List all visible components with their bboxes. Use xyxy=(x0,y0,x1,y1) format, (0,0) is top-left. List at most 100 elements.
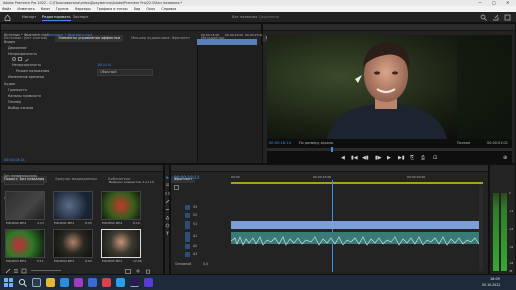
timeline-settings-icon[interactable] xyxy=(174,185,179,190)
effect-panel-tabs: Источник: (нет клипов) Элементы управлен… xyxy=(1,24,261,42)
effect-timecode[interactable]: 00:00:16:14 xyxy=(4,158,25,163)
play-button[interactable]: ▶ xyxy=(387,155,391,161)
effect-ruler-1: 00:00:15:00 xyxy=(201,33,220,37)
bin-item-duration: 9:02 xyxy=(85,259,92,263)
meter-scale-12: -12 xyxy=(509,210,514,213)
track-target-a3[interactable] xyxy=(185,252,190,257)
pinned-app-icon[interactable] xyxy=(144,278,153,287)
list-view-icon[interactable] xyxy=(13,268,19,274)
track-target-a2[interactable] xyxy=(185,244,190,249)
lift-button[interactable]: ⎘ xyxy=(410,155,414,161)
bin-item-name: ЕЖ4893.MP4 xyxy=(6,259,27,263)
step-back-button[interactable]: ▮▶ xyxy=(375,155,382,161)
tab-import[interactable]: Импорт xyxy=(22,15,36,20)
track-target-a1[interactable] xyxy=(185,232,190,242)
bin-item-name: ЕЖ4890.MP4 xyxy=(6,221,27,225)
program-quality-select[interactable]: Полное xyxy=(457,141,470,146)
track-target-v3[interactable] xyxy=(185,205,190,210)
effect-ruler-3: 00:00:25:00 xyxy=(245,33,264,37)
search-icon[interactable] xyxy=(18,278,27,287)
bin-item-thumbnail[interactable] xyxy=(53,191,93,220)
step-forward-button[interactable]: ▶▮ xyxy=(398,155,405,161)
ellipse-mask-icon[interactable] xyxy=(12,57,16,61)
media-player-icon[interactable] xyxy=(102,278,111,287)
project-name: Без названия xyxy=(232,15,258,19)
trash-icon[interactable] xyxy=(145,268,151,274)
telegram-icon[interactable] xyxy=(116,278,125,287)
add-marker-button[interactable]: ◀ xyxy=(341,155,345,161)
tab-media-browser[interactable]: Браузер медиаданных xyxy=(52,176,100,183)
button-editor[interactable]: ⊕ xyxy=(503,155,507,161)
rect-mask-icon[interactable] xyxy=(18,57,22,61)
program-timecode[interactable]: 00:00:16:14 xyxy=(269,141,291,146)
bin-item-duration: 8:05 xyxy=(85,221,92,225)
program-viewer[interactable]: 00:00:16:14 По размеру экрана Полное 00:… xyxy=(267,35,512,163)
master-track-value[interactable]: 0,0 xyxy=(203,262,208,267)
timeline-ruler-start: 00:00 xyxy=(231,175,240,179)
file-explorer-icon[interactable] xyxy=(46,278,55,287)
video-clip[interactable]: Фрагмент.mp4 [V] xyxy=(231,221,483,237)
program-fit-select[interactable]: По размеру экрана xyxy=(299,141,333,146)
track-target-v1[interactable] xyxy=(185,221,190,229)
program-playhead[interactable] xyxy=(331,147,333,152)
bin-item-name: ЕЖ4895.MP4 xyxy=(102,259,123,263)
effect-panner[interactable]: Паннер xyxy=(8,100,21,105)
tab-edit[interactable]: Редактировать xyxy=(42,15,71,21)
export-frame-button[interactable]: ⊡ xyxy=(433,155,437,161)
track-label-a2: A2 xyxy=(193,244,198,248)
effect-time-remap[interactable]: Изменение времени xyxy=(8,75,44,80)
effect-volume[interactable]: Громкость xyxy=(8,88,27,93)
bin-item-thumbnail[interactable] xyxy=(5,229,45,258)
master-track-label: Основной xyxy=(175,262,192,266)
track-target-v2[interactable] xyxy=(185,213,190,218)
edge-browser-icon[interactable] xyxy=(60,278,69,287)
tab-export[interactable]: Экспорт xyxy=(73,15,89,20)
audio-meter-right xyxy=(501,193,507,271)
timeline-scrollbar[interactable] xyxy=(479,185,483,271)
opacity-value[interactable]: 100,0 % xyxy=(97,63,111,68)
pen-mask-icon[interactable] xyxy=(23,56,29,62)
mask-tools xyxy=(12,56,29,62)
icon-view-icon[interactable] xyxy=(21,268,27,274)
bin-item-thumbnail[interactable] xyxy=(101,191,141,220)
effect-channel-select[interactable]: Выбор канала xyxy=(8,106,33,111)
bin-item-thumbnail-selected[interactable] xyxy=(101,229,141,258)
media-app-icon[interactable] xyxy=(74,278,83,287)
mark-out-button[interactable]: ◀▮ xyxy=(362,155,369,161)
premiere-pro-icon[interactable] xyxy=(130,278,139,287)
new-item-icon[interactable] xyxy=(135,268,141,274)
mark-in-button[interactable]: ▮◀ xyxy=(351,155,358,161)
meter-scale-0: 0 xyxy=(509,192,511,195)
share-icon[interactable] xyxy=(492,14,499,21)
meter-scale-36: -36 xyxy=(509,246,514,249)
taskbar-clock[interactable]: 16:09 xyxy=(490,277,500,282)
blend-mode-select[interactable]: Обычный xyxy=(97,69,153,76)
task-view-icon[interactable] xyxy=(32,278,41,287)
blend-mode-label: Режим наложения xyxy=(16,69,50,73)
fullscreen-icon[interactable] xyxy=(504,14,511,21)
extract-button[interactable]: ⎙ xyxy=(421,155,425,161)
home-icon[interactable] xyxy=(4,14,11,21)
section-audio: Аудио xyxy=(4,82,15,86)
taskbar-date[interactable]: 05.10.2022 xyxy=(482,283,500,288)
project-search-input[interactable] xyxy=(4,180,44,185)
new-bin-icon[interactable] xyxy=(125,268,131,274)
bin-item-thumbnail[interactable] xyxy=(53,229,93,258)
timeline-timecode[interactable]: 00:00:16:14 xyxy=(174,175,200,180)
effect-ruler-2: 00:00:20:00 xyxy=(225,33,244,37)
effect-channel-volume[interactable]: Каналы громкости xyxy=(8,94,41,99)
effect-keyframe-area[interactable] xyxy=(197,45,263,163)
zoom-slider[interactable] xyxy=(31,270,61,271)
effect-motion[interactable]: Движение xyxy=(8,46,27,51)
effect-sequence-label[interactable]: Фрагмент • Фрагмент.mp4 xyxy=(47,33,92,38)
track-label-a1: A1 xyxy=(193,234,198,238)
pencil-icon[interactable] xyxy=(5,268,11,274)
store-app-icon[interactable] xyxy=(88,278,97,287)
tab-audio-mixer[interactable]: Микшер аудиоклипа: Фрагмент xyxy=(128,35,193,42)
work-area-bar[interactable] xyxy=(231,182,483,184)
search-icon[interactable] xyxy=(480,14,487,21)
windows-start-icon[interactable] xyxy=(4,278,13,287)
audio-clip[interactable] xyxy=(230,232,484,246)
program-scrubber[interactable] xyxy=(267,148,512,151)
bin-item-thumbnail[interactable] xyxy=(5,191,45,220)
